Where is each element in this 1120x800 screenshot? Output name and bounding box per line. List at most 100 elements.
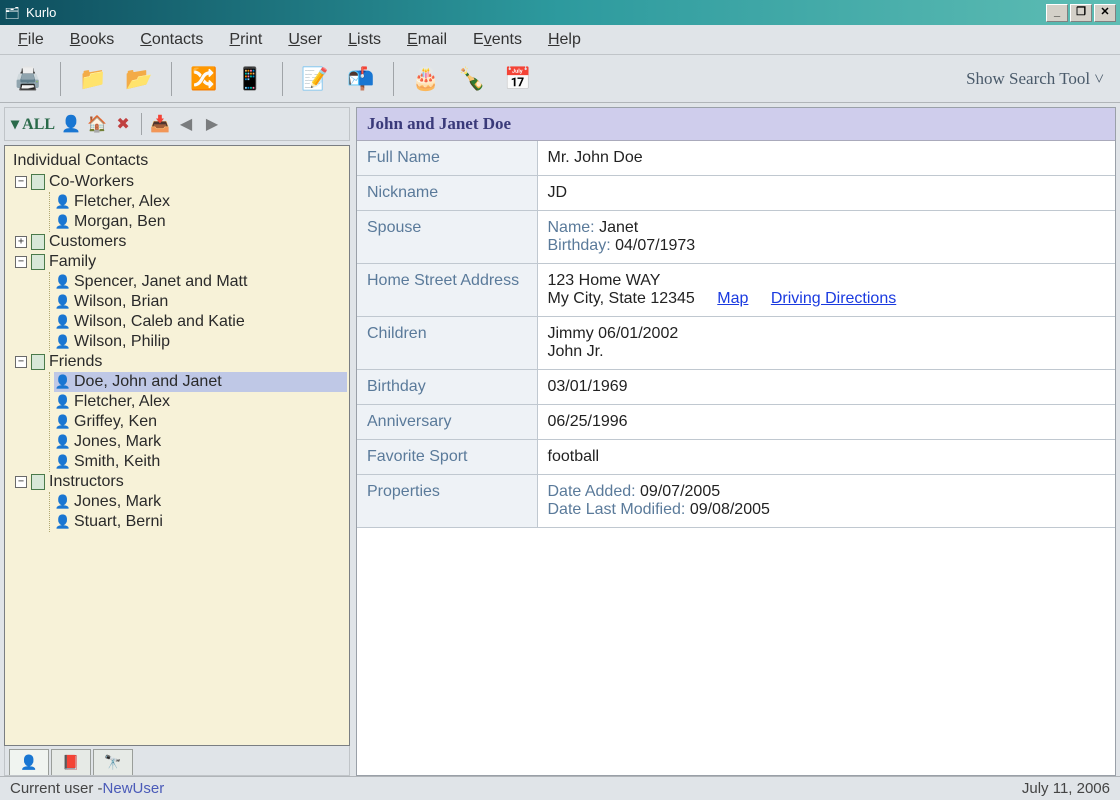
workspace: ▾ ALL 👤 🏠 ✖ 📥 ◀ ▶ Individual Contacts −C… [0,103,1120,776]
add-contact-icon[interactable]: 👤 [61,114,81,134]
menu-books[interactable]: Books [60,29,124,51]
show-search-tool-button[interactable]: Show Search Tool ˅ [966,69,1110,89]
collapse-icon[interactable]: − [15,476,27,488]
mailbox-button[interactable]: 📬 [343,61,379,97]
tree-contact-item[interactable]: 👤Jones, Mark [54,432,347,452]
title-bar: 🗂 Kurlo _ ❐ ✕ [0,0,1120,25]
tree-group[interactable]: −Friends [15,352,347,372]
person-icon: 👤 [56,375,70,389]
menu-help[interactable]: Help [538,29,591,51]
toolbar-separator [141,113,142,135]
import-icon[interactable]: 📥 [150,114,170,134]
tree-contact-label: Wilson, Brian [74,293,168,311]
device-button[interactable]: 📱 [232,61,268,97]
expand-icon[interactable]: + [15,236,27,248]
tree-group[interactable]: −Instructors [15,472,347,492]
book-icon [31,354,45,370]
menu-email[interactable]: Email [397,29,457,51]
map-link[interactable]: Map [717,290,748,307]
person-icon: 👤 [56,215,70,229]
date-modified: 09/08/2005 [690,501,770,518]
collapse-icon[interactable]: − [15,356,27,368]
next-icon[interactable]: ▶ [202,114,222,134]
sync-button[interactable]: 🔀 [186,61,222,97]
tree-contact-item[interactable]: 👤Jones, Mark [54,492,347,512]
tree-contact-item[interactable]: 👤Wilson, Brian [54,292,347,312]
collapse-icon[interactable]: − [15,176,27,188]
menu-print[interactable]: Print [219,29,272,51]
home-folder-button[interactable]: 📁 [75,61,111,97]
date-modified-label: Date Last Modified: [548,501,686,518]
detail-title: John and Janet Doe [357,108,1115,141]
directions-link[interactable]: Driving Directions [771,290,896,307]
tree-contact-item[interactable]: 👤Wilson, Caleb and Katie [54,312,347,332]
label-properties: Properties [357,475,537,528]
tree-contact-label: Wilson, Caleb and Katie [74,313,245,331]
spouse-name-label: Name: [548,219,595,236]
menu-file[interactable]: File [8,29,54,51]
close-window-button[interactable]: ✕ [1094,4,1116,22]
tree-contact-item[interactable]: 👤 Fletcher, Alex [54,392,347,412]
tree-contact-label: Fletcher, Alex [74,393,170,411]
window-controls: _ ❐ ✕ [1044,4,1116,22]
events-button[interactable]: 🍾 [454,61,490,97]
toolbar-separator [282,62,283,96]
tree-contact-item[interactable]: 👤Fletcher, Alex [54,192,347,212]
address-line2: My City, State 12345 [548,290,695,307]
print-button[interactable]: 🖨️ [10,61,46,97]
label-full-name: Full Name [357,141,537,176]
date-added-label: Date Added: [548,483,636,500]
maximize-button[interactable]: ❐ [1070,4,1092,22]
tab-books[interactable]: 📕 [51,749,91,775]
tree-contact-item[interactable]: 👤Morgan, Ben [54,212,347,232]
person-icon: 👤 [56,455,70,469]
tree-contact-item[interactable]: 👤Stuart, Berni [54,512,347,532]
tab-contacts[interactable]: 👤 [9,749,49,775]
minimize-button[interactable]: _ [1046,4,1068,22]
birthday-button[interactable]: 🎂 [408,61,444,97]
contact-tree[interactable]: Individual Contacts −Co-Workers👤Fletcher… [4,145,350,746]
value-anniversary: 06/25/1996 [537,405,1115,440]
delete-icon[interactable]: ✖ [113,114,133,134]
sidebar-pane: ▾ ALL 👤 🏠 ✖ 📥 ◀ ▶ Individual Contacts −C… [4,107,350,776]
tree-contact-item[interactable]: 👤Griffey, Ken [54,412,347,432]
value-spouse: Name: Janet Birthday: 04/07/1973 [537,211,1115,264]
tree-group[interactable]: −Co-Workers [15,172,347,192]
person-icon: 👤 [56,275,70,289]
person-icon: 👤 [56,415,70,429]
add-home-icon[interactable]: 🏠 [87,114,107,134]
child-2: John Jr. [548,343,604,360]
tree-contact-label: Spencer, Janet and Matt [74,273,247,291]
detail-pane: John and Janet Doe Full Name Mr. John Do… [356,107,1116,776]
menu-contacts[interactable]: Contacts [130,29,213,51]
address-line1: 123 Home WAY [548,272,661,289]
status-current-user: NewUser [103,780,165,797]
menu-lists[interactable]: Lists [338,29,391,51]
person-icon: 👤 [56,335,70,349]
main-toolbar: 🖨️ 📁 📂 🔀 📱 📝 📬 🎂 🍾 📅 Show Search Tool ˅ [0,55,1120,103]
sidebar-toolbar: ▾ ALL 👤 🏠 ✖ 📥 ◀ ▶ [4,107,350,141]
prev-icon[interactable]: ◀ [176,114,196,134]
tree-contact-item[interactable]: 👤Smith, Keith [54,452,347,472]
tree-group[interactable]: −Family [15,252,347,272]
label-birthday: Birthday [357,370,537,405]
book-icon [31,174,45,190]
collapse-icon[interactable]: − [15,256,27,268]
filter-all-button[interactable]: ▾ ALL [11,114,55,134]
tree-contact-label: Jones, Mark [74,493,161,511]
tree-group[interactable]: + Customers [15,232,347,252]
save-folder-button[interactable]: 📂 [121,61,157,97]
menu-user[interactable]: User [278,29,332,51]
person-icon: 👤 [56,395,70,409]
value-properties: Date Added: 09/07/2005 Date Last Modifie… [537,475,1115,528]
book-icon [31,474,45,490]
label-home-address: Home Street Address [357,264,537,317]
compose-button[interactable]: 📝 [297,61,333,97]
tree-group-label: Customers [49,233,126,251]
tree-contact-item[interactable]: 👤 Spencer, Janet and Matt [54,272,347,292]
tab-search[interactable]: 🔭 [93,749,133,775]
menu-events[interactable]: Events [463,29,532,51]
tree-contact-item[interactable]: 👤Wilson, Philip [54,332,347,352]
tree-contact-item[interactable]: 👤Doe, John and Janet [54,372,347,392]
calendar-button[interactable]: 📅 [500,61,536,97]
